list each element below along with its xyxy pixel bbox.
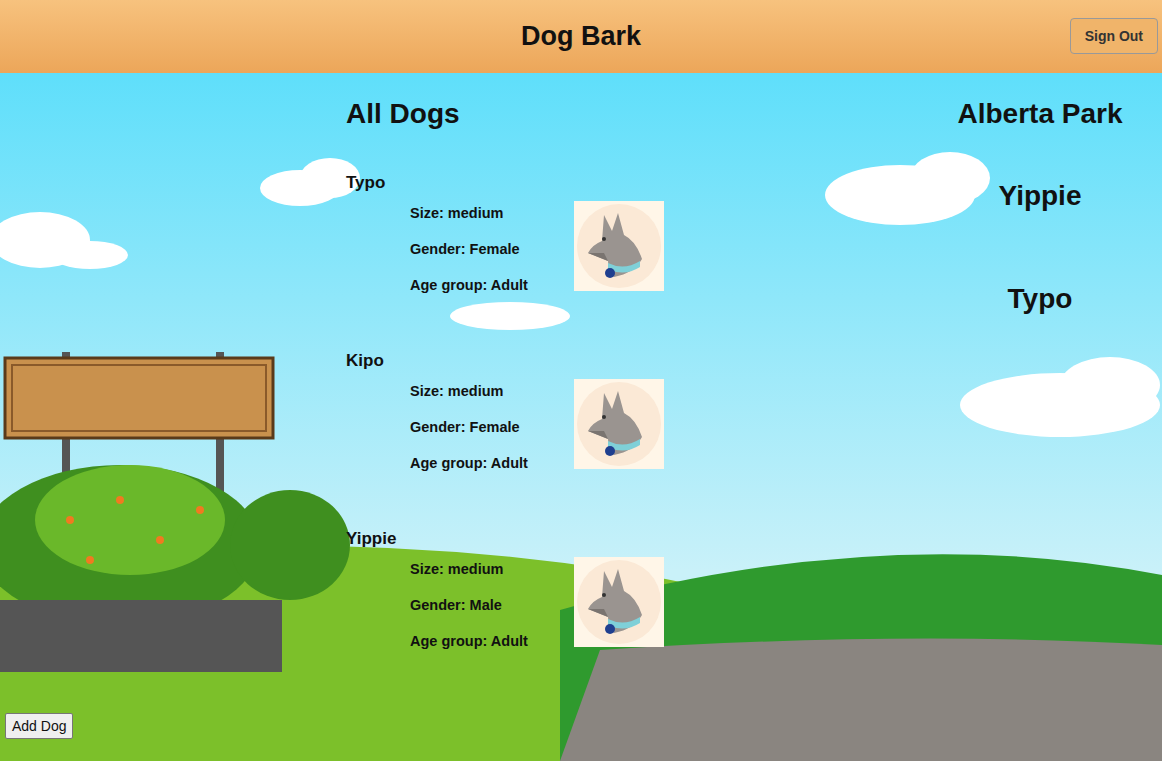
footer: Add Dog bbox=[0, 713, 1162, 761]
dog-detail: Age group: Adult bbox=[410, 623, 574, 659]
park: Alberta Park Yippie Typo bbox=[940, 97, 1140, 713]
dog-icon bbox=[574, 379, 664, 469]
main: All Dogs Typo Size: mediumGender: Female… bbox=[0, 73, 1162, 713]
dog-detail: Age group: Adult bbox=[410, 267, 574, 303]
dog-detail: Gender: Female bbox=[410, 231, 574, 267]
dog-card: Kipo Size: mediumGender: FemaleAge group… bbox=[346, 350, 676, 481]
dog-card: Typo Size: mediumGender: FemaleAge group… bbox=[346, 172, 676, 303]
park-title: Alberta Park bbox=[958, 97, 1123, 131]
dog-detail: Size: medium bbox=[410, 551, 574, 587]
dog-card: Yippie Size: mediumGender: MaleAge group… bbox=[346, 528, 676, 659]
dog-name: Kipo bbox=[346, 350, 676, 372]
dog-detail: Gender: Male bbox=[410, 587, 574, 623]
park-dog: Yippie bbox=[999, 179, 1082, 213]
dog-details: Size: mediumGender: FemaleAge group: Adu… bbox=[410, 373, 574, 481]
dog-name: Typo bbox=[346, 172, 676, 194]
app-title: Dog Bark bbox=[521, 21, 641, 52]
dog-name: Yippie bbox=[346, 528, 676, 550]
dog-icon bbox=[574, 201, 664, 291]
dog-detail: Gender: Female bbox=[410, 409, 574, 445]
dog-detail: Age group: Adult bbox=[410, 445, 574, 481]
page: Dog Bark Sign Out All Dogs Typo Size: me… bbox=[0, 0, 1162, 761]
all-dogs: All Dogs Typo Size: mediumGender: Female… bbox=[346, 97, 676, 713]
header: Dog Bark Sign Out bbox=[0, 0, 1162, 73]
park-dog: Typo bbox=[1008, 282, 1073, 316]
dog-icon bbox=[574, 557, 664, 647]
dog-details: Size: mediumGender: MaleAge group: Adult bbox=[410, 551, 574, 659]
dog-detail: Size: medium bbox=[410, 195, 574, 231]
dog-details: Size: mediumGender: FemaleAge group: Adu… bbox=[410, 195, 574, 303]
add-dog-button[interactable]: Add Dog bbox=[5, 713, 73, 739]
all-dogs-title: All Dogs bbox=[346, 97, 676, 131]
dog-detail: Size: medium bbox=[410, 373, 574, 409]
sign-out-button[interactable]: Sign Out bbox=[1070, 18, 1158, 54]
